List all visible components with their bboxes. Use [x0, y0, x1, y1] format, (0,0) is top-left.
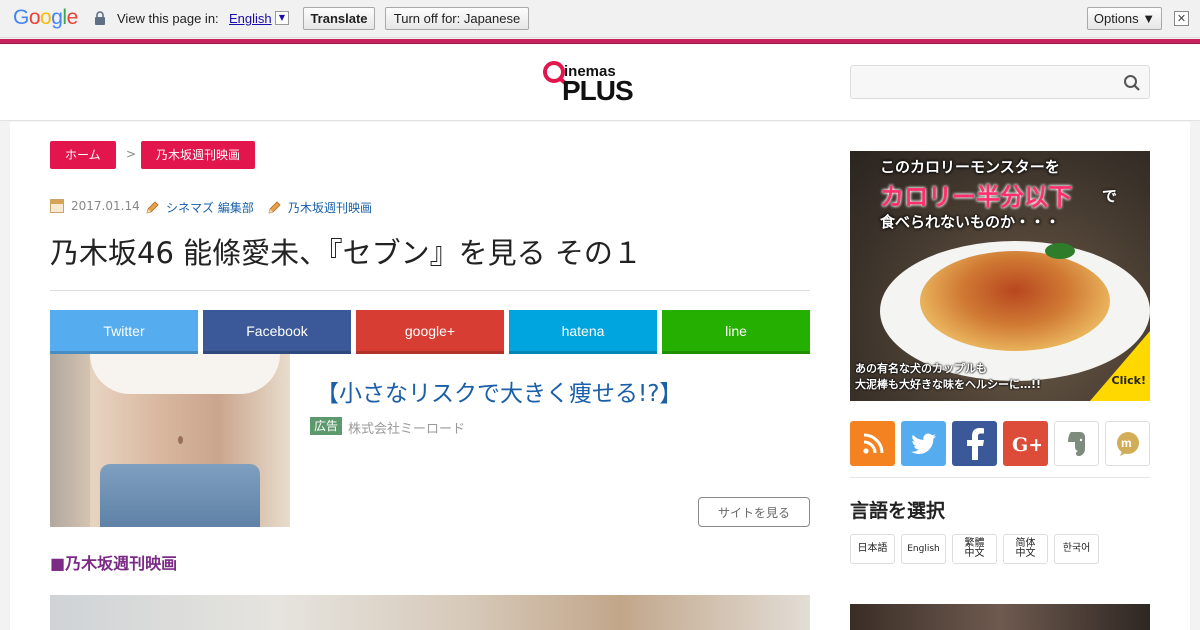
author-link[interactable]: シネマズ 編集部 [166, 199, 254, 216]
translate-language-link[interactable]: English [229, 11, 272, 26]
svg-text:m: m [1121, 436, 1132, 450]
lang-traditional-chinese-button[interactable]: 繁體 中文 [952, 534, 997, 564]
svg-text:G+: G+ [1012, 434, 1041, 456]
post-author: シネマズ 編集部 [144, 199, 254, 216]
translate-prompt: View this page in: [117, 11, 219, 26]
lang-english-button[interactable]: English [901, 534, 946, 564]
rss-icon[interactable] [850, 421, 895, 466]
banner-text-1: このカロリーモンスターを [880, 158, 1060, 176]
search-input[interactable] [851, 66, 1111, 98]
lang-japanese-button[interactable]: 日本語 [850, 534, 895, 564]
sidebar-divider [850, 477, 1150, 478]
share-line-button[interactable]: line [662, 310, 810, 354]
ad-image-background [50, 354, 90, 527]
translate-bar: Google View this page in: English ▼ Tran… [0, 0, 1200, 38]
language-heading: 言語を選択 [850, 500, 946, 522]
post-date: 2017.01.14 [50, 199, 140, 213]
site-logo[interactable]: inemas PLUS [543, 59, 643, 109]
divider [50, 290, 810, 291]
googleplus-glyph: G+ [1012, 434, 1041, 456]
section-heading: ■乃木坂週刊映画 [50, 554, 178, 573]
post-category: 乃木坂週刊映画 [266, 199, 372, 216]
banner-text-3: 食べられないものか・・・ [880, 213, 1061, 231]
evernote-icon[interactable] [1054, 421, 1099, 466]
pencil-icon [268, 200, 281, 214]
breadcrumb-separator: > [126, 147, 137, 161]
pencil-icon [146, 200, 159, 214]
article-title: 乃木坂46 能條愛未、『セブン』を見る その１ [50, 236, 642, 270]
google-logo-letter: e [66, 6, 79, 29]
ad-image[interactable] [50, 354, 290, 527]
google-logo-letter: g [51, 6, 63, 29]
post-date-text: 2017.01.14 [71, 199, 140, 213]
banner-text-2: カロリー半分以下 [880, 183, 1072, 211]
breadcrumb-home[interactable]: ホーム [50, 141, 116, 169]
share-facebook-button[interactable]: Facebook [203, 310, 351, 354]
banner-text-4: あの有名な犬のカップルも 大泥棒も大好きな味をヘルシーに…!! [855, 362, 1042, 391]
facebook-glyph [966, 427, 984, 460]
ad-badge: 広告 [310, 417, 343, 435]
ad-image-top [90, 354, 280, 394]
search-icon[interactable] [1123, 74, 1141, 92]
lang-simplified-chinese-button[interactable]: 简体 中文 [1003, 534, 1048, 564]
close-icon[interactable]: ✕ [1174, 11, 1189, 26]
main-content: ホーム > 乃木坂週刊映画 2017.01.14 シネマズ 編集部 乃木坂週刊映… [10, 122, 1190, 630]
facebook-icon[interactable] [952, 421, 997, 466]
options-button[interactable]: Options ▼ [1087, 7, 1162, 30]
lang-korean-button[interactable]: 한국어 [1054, 534, 1099, 564]
logo-text-bottom: PLUS [562, 75, 634, 106]
accent-line [0, 39, 1200, 44]
article-photo [50, 595, 810, 630]
search-box [850, 65, 1150, 99]
google-logo-letter: o [28, 6, 41, 29]
translate-button[interactable]: Translate [303, 7, 375, 30]
banner-basil [1045, 243, 1075, 259]
calendar-icon [50, 199, 64, 213]
rss-glyph [862, 433, 883, 454]
site-header: inemas PLUS [0, 45, 1200, 121]
twitter-icon[interactable] [901, 421, 946, 466]
google-logo-letter: o [40, 6, 52, 29]
ad-sponsor: 株式会社ミーロード [348, 422, 466, 437]
turn-off-button[interactable]: Turn off for: Japanese [385, 7, 529, 30]
banner-text-2-suffix: で [1102, 187, 1118, 205]
ad-title[interactable]: 【小さなリスクで大きく痩せる!?】 [316, 374, 682, 408]
ad-image-jeans [100, 464, 260, 527]
language-dropdown-icon[interactable]: ▼ [275, 11, 289, 25]
share-googleplus-button[interactable]: google+ [356, 310, 504, 354]
sidebar-ad-banner[interactable]: このカロリーモンスターを カロリー半分以下 で 食べられないものか・・・ あの有… [850, 151, 1150, 401]
category-link[interactable]: 乃木坂週刊映画 [288, 199, 372, 216]
googleplus-icon[interactable]: G+ [1003, 421, 1048, 466]
share-twitter-button[interactable]: Twitter [50, 310, 198, 354]
sidebar-photo[interactable] [850, 604, 1150, 630]
google-logo-letter: G [13, 6, 29, 29]
share-hatena-button[interactable]: hatena [509, 310, 657, 354]
breadcrumb-current[interactable]: 乃木坂週刊映画 [141, 141, 256, 169]
lock-icon [95, 11, 105, 25]
banner-pasta [920, 251, 1110, 351]
ad-cta-button[interactable]: サイトを見る [698, 497, 810, 527]
ad-image-detail [178, 436, 183, 444]
google-logo: Google [13, 6, 78, 30]
mixi-icon[interactable]: m [1105, 421, 1150, 466]
mixi-glyph: m [1116, 431, 1139, 456]
evernote-glyph [1067, 431, 1085, 456]
banner-click-text: Click! [1111, 374, 1146, 387]
twitter-glyph [910, 433, 936, 454]
